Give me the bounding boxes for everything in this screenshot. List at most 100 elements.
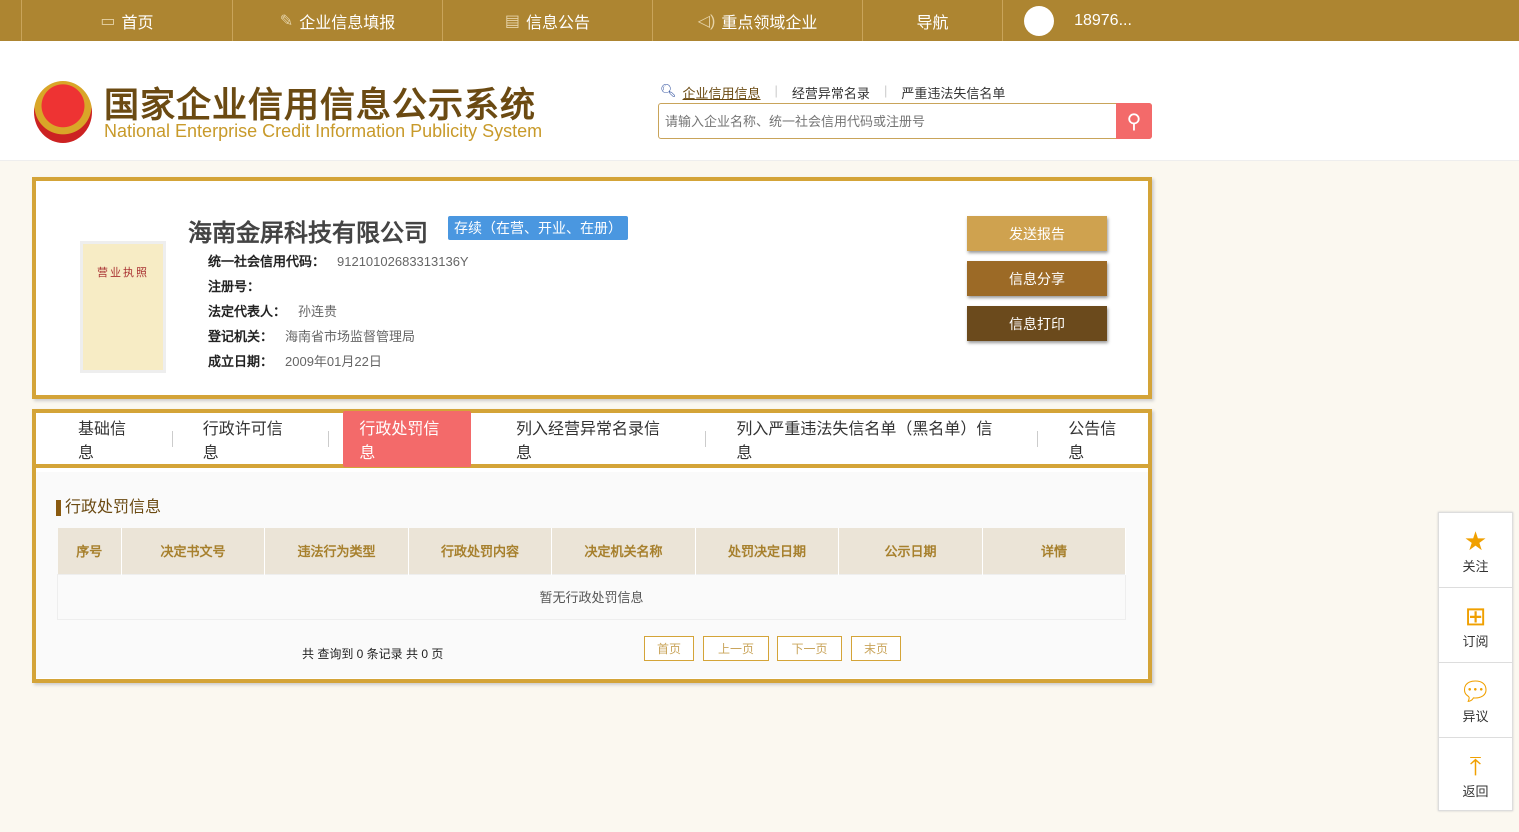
penalty-table: 序号 决定书文号 违法行为类型 行政处罚内容 决定机关名称 处罚决定日期 公示日… [57,528,1126,620]
field-authority: 登记机关： 海南省市场监督管理局 [208,326,415,345]
link-credit-info[interactable]: 企业信用信息 [683,83,761,102]
search-icon: 🔍︎ [660,83,677,98]
speaker-icon: ◁) [697,12,716,30]
nav-notice[interactable]: ▤ 信息公告 [443,0,653,41]
document-icon: ▤ [504,12,521,30]
company-name: 海南金屏科技有限公司 [188,220,428,247]
divider: | [774,83,778,98]
field-label: 法定代表人： [208,304,287,319]
field-value: 91210102683313136Y [337,254,469,269]
col-header: 违法行为类型 [264,528,409,574]
search-box: ⚲ [658,103,1152,139]
nav-label: 重点领域企业 [721,14,818,32]
floating-toolbar: ★ 关注 ⊞ 订阅 💬︎ 异议 ⤒ 返回 [1438,512,1513,811]
share-button[interactable]: 信息分享 [967,261,1107,296]
table-header: 序号 决定书文号 违法行为类型 行政处罚内容 决定机关名称 处罚决定日期 公示日… [57,528,1126,574]
nav-spacer [0,0,22,41]
table-row: 暂无行政处罚信息 [57,573,1126,620]
objection-button[interactable]: 💬︎ 异议 [1439,663,1512,738]
divider [171,430,173,447]
status-badge: 存续（在营、开业、在册） [448,216,628,240]
info-card: 基础信息 行政许可信息 行政处罚信息 列入经营异常名录信息 列入严重违法失信名单… [32,409,1152,683]
first-page-button[interactable]: 首页 [644,636,694,661]
tab-abnormal[interactable]: 列入经营异常名录信息 [500,411,691,467]
nav-guide[interactable]: 导航 [863,0,1003,41]
penalty-panel: 行政处罚信息 序号 决定书文号 违法行为类型 行政处罚内容 决定机关名称 处罚决… [36,472,1148,678]
subscribe-button[interactable]: ⊞ 订阅 [1439,588,1512,663]
float-label: 异议 [1462,708,1489,724]
pager-info: 共 查询到 0 条记录 共 0 页 [302,647,444,661]
national-emblem-icon [34,81,92,143]
field-label: 统一社会信用代码： [208,254,326,269]
back-to-top-button[interactable]: ⤒ 返回 [1439,738,1512,813]
send-report-button[interactable]: 发送报告 [967,216,1107,251]
follow-button[interactable]: ★ 关注 [1439,513,1512,588]
nav-report[interactable]: ✎ 企业信息填报 [233,0,443,41]
float-label: 订阅 [1462,633,1489,649]
link-blacklist[interactable]: 严重违法失信名单 [901,83,1005,102]
tab-basic[interactable]: 基础信息 [62,411,158,467]
divider [705,430,707,447]
float-label: 返回 [1462,784,1489,799]
col-header: 处罚决定日期 [695,528,839,574]
arrow-up-icon: ⤒ [1469,751,1482,781]
col-header: 决定书文号 [121,528,265,574]
empty-message: 暂无行政处罚信息 [57,573,1126,620]
search-type-links: 🔍︎ 企业信用信息 | 经营异常名录 | 严重违法失信名单 [660,83,1005,102]
chat-bubble-icon: 💬︎ [1458,675,1492,706]
user-name: 18976... [1074,11,1132,29]
field-credit-code: 统一社会信用代码： 91210102683313136Y [208,251,469,270]
field-value: 2009年01月22日 [285,354,382,369]
tab-license[interactable]: 行政许可信息 [187,411,315,467]
link-abnormal-list[interactable]: 经营异常名录 [792,83,870,102]
monitor-icon: ▭ [100,12,116,30]
nav-label: 首页 [121,14,154,32]
nav-label: 导航 [916,14,949,32]
company-card: 营业执照 海南金屏科技有限公司 存续（在营、开业、在册） 统一社会信用代码： 91… [32,177,1152,399]
field-label: 成立日期： [208,354,274,369]
search-button[interactable]: ⚲ [1116,103,1152,139]
top-nav: ▭ 首页 ✎ 企业信息填报 ▤ 信息公告 ◁) 重点领域企业 导航 18976... [0,0,1519,41]
nav-label: 信息公告 [526,14,591,32]
tab-notice[interactable]: 公告信息 [1052,411,1148,467]
search-icon: ⚲ [1126,110,1142,133]
last-page-button[interactable]: 末页 [851,636,901,661]
user-menu[interactable]: 18976... [1003,0,1153,41]
pen-icon: ✎ [279,12,294,30]
divider [485,431,486,447]
field-reg-no: 注册号： [208,276,272,295]
header: 国家企业信用信息公示系统 National Enterprise Credit … [0,41,1519,161]
next-page-button[interactable]: 下一页 [777,636,842,661]
nav-key-enterprise[interactable]: ◁) 重点领域企业 [653,0,863,41]
prev-page-button[interactable]: 上一页 [703,636,769,661]
tab-bar: 基础信息 行政许可信息 行政处罚信息 列入经营异常名录信息 列入严重违法失信名单… [36,410,1148,468]
search-input[interactable] [659,104,1109,138]
tab-penalty[interactable]: 行政处罚信息 [343,410,471,467]
field-label: 登记机关： [208,329,274,344]
field-value: 孙连贵 [298,304,338,319]
star-icon: ★ [1463,525,1488,556]
field-label: 注册号： [208,279,261,294]
nav-label: 企业信息填报 [299,14,396,32]
divider [328,430,330,447]
field-founded: 成立日期： 2009年01月22日 [208,351,382,370]
print-button[interactable]: 信息打印 [967,306,1107,341]
avatar [1024,5,1055,36]
license-label: 营业执照 [97,267,149,279]
field-legal-rep: 法定代表人： 孙连贵 [208,301,337,320]
col-header: 公示日期 [838,528,983,574]
site-subtitle: National Enterprise Credit Information P… [104,121,543,141]
business-license-image[interactable]: 营业执照 [80,241,166,373]
section-title: 行政处罚信息 [56,500,161,516]
float-label: 关注 [1462,558,1489,574]
col-header: 详情 [982,528,1126,574]
nav-home[interactable]: ▭ 首页 [22,0,233,41]
col-header: 决定机关名称 [551,528,696,574]
field-value: 海南省市场监督管理局 [285,329,416,344]
divider [1037,430,1039,447]
tab-blacklist[interactable]: 列入严重违法失信名单（黑名单）信息 [720,411,1023,467]
bookmark-plus-icon: ⊞ [1464,600,1487,631]
col-header: 序号 [57,528,122,574]
divider: | [883,83,888,98]
col-header: 行政处罚内容 [408,528,552,574]
